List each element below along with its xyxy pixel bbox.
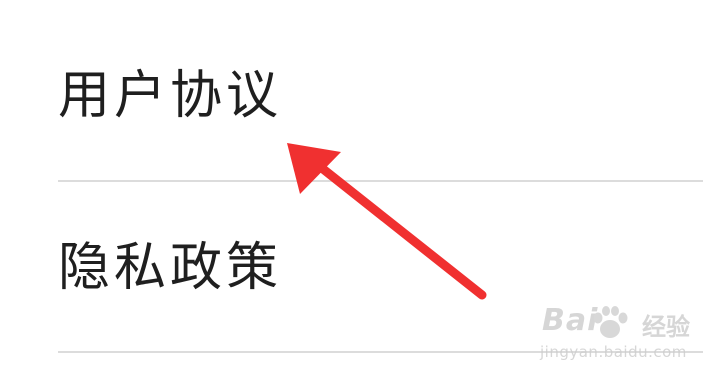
- watermark-suffix: 经验: [642, 313, 690, 341]
- watermark-url: jingyan.baidu.com: [540, 343, 687, 361]
- menu-item-label: 隐私政策: [58, 238, 283, 298]
- watermark: Bai 经验 jingyan.baidu.com: [538, 303, 698, 383]
- paw-icon: [593, 306, 628, 338]
- settings-screen: 用户协议 隐私政策 Bai 经验 jingyan.baidu.com: [0, 0, 703, 387]
- menu-item-user-agreement[interactable]: 用户协议: [0, 0, 703, 181]
- menu-item-label: 用户协议: [58, 66, 283, 126]
